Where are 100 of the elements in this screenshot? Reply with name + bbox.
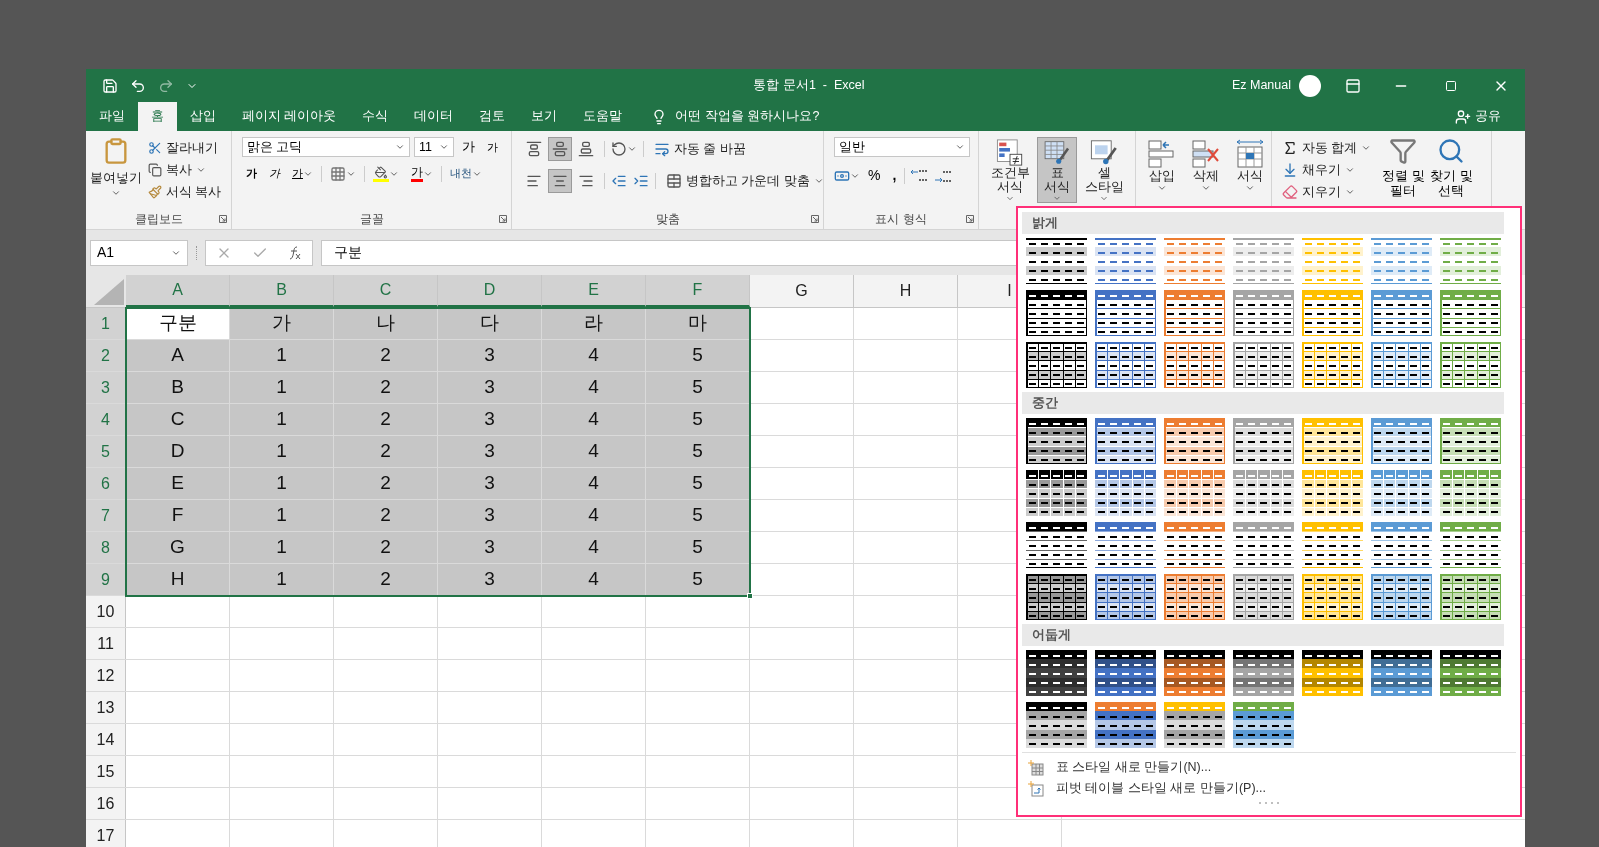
table-style-swatch[interactable] bbox=[1164, 650, 1225, 696]
tell-me-field[interactable]: 어떤 작업을 원하시나요? bbox=[675, 107, 820, 126]
column-header[interactable]: F bbox=[646, 275, 750, 307]
table-style-swatch[interactable] bbox=[1164, 702, 1225, 748]
table-style-swatch[interactable] bbox=[1440, 290, 1501, 336]
decrease-indent-icon[interactable] bbox=[611, 173, 627, 189]
restore-icon[interactable] bbox=[1445, 79, 1457, 92]
undo-icon[interactable] bbox=[130, 77, 146, 94]
shrink-font-button[interactable]: 가 bbox=[483, 138, 502, 156]
table-style-swatch[interactable] bbox=[1095, 470, 1156, 516]
column-header[interactable]: G bbox=[750, 275, 854, 307]
table-style-swatch[interactable] bbox=[1095, 290, 1156, 336]
row-header[interactable]: 17 bbox=[86, 820, 126, 847]
table-style-swatch[interactable] bbox=[1233, 702, 1294, 748]
format-painter-button[interactable]: 서식 복사 bbox=[144, 181, 226, 203]
table-style-swatch[interactable] bbox=[1440, 418, 1501, 464]
ribbon-button[interactable]: 서식 bbox=[1230, 137, 1270, 203]
menu-item[interactable]: 피벗 테이블 스타일 새로 만들기(P)... bbox=[1022, 778, 1516, 799]
copy-button[interactable]: 복사 bbox=[144, 159, 226, 181]
ribbon-tab[interactable]: 파일 bbox=[86, 102, 138, 131]
table-style-swatch[interactable] bbox=[1233, 418, 1294, 464]
table-style-swatch[interactable] bbox=[1371, 290, 1432, 336]
table-style-swatch[interactable] bbox=[1233, 238, 1294, 284]
align-button[interactable] bbox=[548, 169, 572, 193]
table-style-swatch[interactable] bbox=[1164, 574, 1225, 620]
table-style-swatch[interactable] bbox=[1026, 470, 1087, 516]
table-style-swatch[interactable] bbox=[1026, 574, 1087, 620]
avatar[interactable] bbox=[1299, 74, 1321, 97]
menu-item[interactable]: 표 스타일 새로 만들기(N)... bbox=[1022, 757, 1516, 778]
table-style-swatch[interactable] bbox=[1440, 238, 1501, 284]
table-style-swatch[interactable] bbox=[1371, 470, 1432, 516]
ribbon-button[interactable]: 표 서식 bbox=[1037, 137, 1077, 203]
table-style-swatch[interactable] bbox=[1095, 650, 1156, 696]
ribbon-tab[interactable]: 홈 bbox=[138, 102, 177, 131]
orientation-button[interactable] bbox=[611, 141, 637, 157]
row-header[interactable]: 5 bbox=[86, 436, 126, 467]
table-style-swatch[interactable] bbox=[1233, 470, 1294, 516]
row-header[interactable]: 6 bbox=[86, 468, 126, 499]
ribbon-display-icon[interactable] bbox=[1345, 77, 1361, 94]
table-style-swatch[interactable] bbox=[1026, 702, 1087, 748]
ribbon-tab[interactable]: 검토 bbox=[466, 102, 519, 131]
table-style-swatch[interactable] bbox=[1026, 342, 1087, 388]
ribbon-button[interactable]: 셀 스타일 bbox=[1079, 137, 1129, 203]
table-style-swatch[interactable] bbox=[1026, 522, 1087, 568]
table-style-swatch[interactable] bbox=[1302, 470, 1363, 516]
row-header[interactable]: 1 bbox=[86, 308, 126, 339]
number-format-dropdown[interactable]: 일반 bbox=[834, 137, 970, 157]
dialog-launcher-icon[interactable] bbox=[811, 215, 819, 223]
table-style-swatch[interactable] bbox=[1440, 522, 1501, 568]
row-header[interactable]: 8 bbox=[86, 532, 126, 563]
table-style-swatch[interactable] bbox=[1302, 522, 1363, 568]
sort-filter-button[interactable]: 정렬 및 필터 bbox=[1379, 137, 1428, 209]
share-button[interactable]: 공유 bbox=[1455, 102, 1525, 131]
table-style-swatch[interactable] bbox=[1233, 650, 1294, 696]
column-header[interactable]: E bbox=[542, 275, 646, 307]
table-style-swatch[interactable] bbox=[1233, 342, 1294, 388]
table-style-swatch[interactable] bbox=[1302, 650, 1363, 696]
table-style-swatch[interactable] bbox=[1095, 522, 1156, 568]
row-header[interactable]: 12 bbox=[86, 660, 126, 691]
account-name[interactable]: Ez Manual bbox=[1231, 76, 1291, 95]
row-header[interactable]: 16 bbox=[86, 788, 126, 819]
table-style-swatch[interactable] bbox=[1095, 342, 1156, 388]
dialog-launcher-icon[interactable] bbox=[499, 215, 507, 223]
ribbon-button[interactable]: 삽입 bbox=[1142, 137, 1182, 203]
font-size-dropdown[interactable]: 11 bbox=[414, 137, 454, 157]
row-header[interactable]: 11 bbox=[86, 628, 126, 659]
font-name-dropdown[interactable]: 맑은 고딕 bbox=[242, 137, 410, 157]
comma-button[interactable]: , bbox=[888, 165, 901, 186]
column-header[interactable]: H bbox=[854, 275, 958, 307]
ribbon-button[interactable]: 삭제 bbox=[1186, 137, 1226, 203]
bold-button[interactable]: 가 bbox=[242, 165, 261, 182]
table-style-swatch[interactable] bbox=[1026, 238, 1087, 284]
ribbon-button[interactable]: 조건부 서식 bbox=[985, 137, 1035, 203]
function-icon[interactable] bbox=[288, 245, 302, 260]
underline-button[interactable]: 가 bbox=[288, 165, 317, 182]
wrap-text-button[interactable]: 자동 줄 바꿈 bbox=[650, 138, 750, 160]
increase-indent-icon[interactable] bbox=[633, 173, 649, 189]
column-header[interactable]: A bbox=[126, 275, 230, 307]
column-header[interactable]: D bbox=[438, 275, 542, 307]
table-style-swatch[interactable] bbox=[1440, 650, 1501, 696]
table-style-swatch[interactable] bbox=[1026, 418, 1087, 464]
table-style-swatch[interactable] bbox=[1371, 342, 1432, 388]
resize-grip-icon[interactable] bbox=[1257, 801, 1281, 805]
table-style-swatch[interactable] bbox=[1371, 650, 1432, 696]
dialog-launcher-icon[interactable] bbox=[219, 215, 227, 223]
table-style-swatch[interactable] bbox=[1164, 342, 1225, 388]
percent-button[interactable]: % bbox=[864, 165, 885, 186]
name-box[interactable]: A1 bbox=[90, 239, 188, 266]
table-style-swatch[interactable] bbox=[1440, 342, 1501, 388]
table-style-swatch[interactable] bbox=[1440, 574, 1501, 620]
row-header[interactable]: 4 bbox=[86, 404, 126, 435]
table-style-swatch[interactable] bbox=[1233, 290, 1294, 336]
font-color-button[interactable]: 가 bbox=[407, 165, 437, 182]
autosum-button[interactable]: 자동 합계 bbox=[1278, 137, 1376, 159]
save-icon[interactable] bbox=[102, 77, 118, 94]
table-style-swatch[interactable] bbox=[1164, 290, 1225, 336]
row-header[interactable]: 3 bbox=[86, 372, 126, 403]
table-style-swatch[interactable] bbox=[1233, 522, 1294, 568]
row-header[interactable]: 13 bbox=[86, 692, 126, 723]
ribbon-tab[interactable]: 수식 bbox=[349, 102, 402, 131]
